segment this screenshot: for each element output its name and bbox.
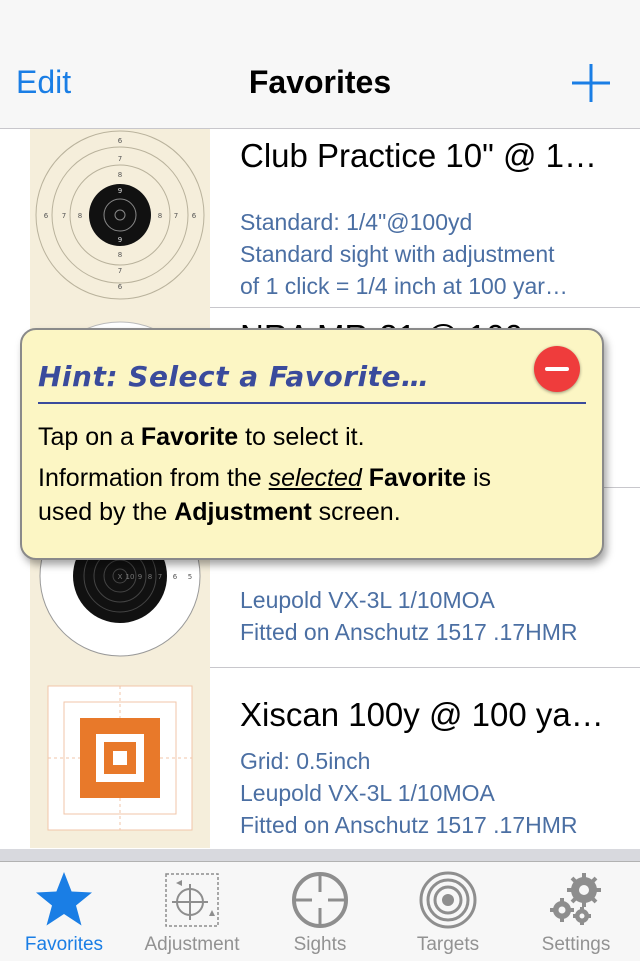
hint-text — [362, 464, 369, 492]
ring-number: 8 — [118, 251, 122, 259]
hint-popover: Hint: Select a Favorite… Tap on a Favori… — [20, 328, 604, 560]
ring-number: 8 — [78, 212, 82, 220]
ring-number: 8 — [158, 212, 162, 220]
hint-text: Tap on a — [38, 423, 141, 451]
hint-text-bold: Favorite — [368, 464, 466, 492]
favorite-title: Club Practice 10" @ 1… — [240, 137, 598, 174]
ring-number: 7 — [118, 267, 122, 275]
ring-number: 7 — [62, 212, 66, 220]
ring-number: 9 — [118, 187, 122, 195]
hint-text: used by the — [38, 498, 175, 526]
ring-number: X — [118, 573, 123, 581]
tab-targets[interactable]: Targets — [384, 862, 512, 961]
favorite-detail: Leupold VX-3L 1/10MOA — [240, 780, 495, 806]
ring-number: 7 — [118, 155, 122, 163]
hint-text: is — [466, 464, 491, 492]
hint-text-bold: Adjustment — [174, 498, 312, 526]
tab-bar: Favorites Adjustment Sights Targets Sett… — [0, 861, 640, 961]
tab-label: Targets — [416, 934, 480, 955]
ring-number: 6 — [118, 137, 123, 145]
ring-number: 6 — [44, 212, 49, 220]
favorite-detail: Fitted on Anschutz 1517 .17HMR — [240, 619, 578, 645]
adjustment-icon — [165, 873, 219, 927]
tab-label: Sights — [293, 934, 347, 955]
list-footer — [0, 849, 640, 861]
ring-number: 8 — [118, 171, 122, 179]
page-title: Favorites — [248, 64, 392, 100]
target-thumbnail — [30, 668, 210, 848]
close-hint-button[interactable] — [534, 346, 580, 392]
favorite-detail: Grid: 0.5inch — [240, 748, 371, 774]
favorite-detail: Fitted on Anschutz 1517 .17HMR — [240, 812, 578, 838]
favorite-title: Xiscan 100y @ 100 ya… — [240, 696, 604, 733]
target-icon — [419, 871, 477, 929]
target-thumbnail: 6 7 8 9 9 8 7 6 6 7 8 8 7 6 — [30, 129, 210, 309]
hint-line-2: Information from the selected Favorite i… — [38, 461, 578, 495]
ring-number: 8 — [148, 573, 152, 581]
ring-number: 6 — [118, 283, 123, 291]
hint-divider — [38, 402, 586, 404]
tab-label: Favorites — [24, 934, 104, 955]
hint-text-bold: Favorite — [140, 423, 239, 451]
tab-settings[interactable]: Settings — [512, 862, 640, 961]
hint-line-1: Tap on a Favorite to select it. — [38, 420, 578, 454]
favorite-detail: of 1 click = 1/4 inch at 100 yar… — [240, 273, 568, 299]
ring-number: 9 — [138, 573, 142, 581]
crosshair-icon — [292, 872, 348, 928]
tab-adjustment[interactable]: Adjustment — [128, 862, 256, 961]
ring-number: 9 — [118, 236, 122, 244]
hint-text: to select it. — [238, 423, 365, 451]
hint-title: Hint: Select a Favorite… — [38, 360, 430, 393]
hint-line-3: used by the Adjustment screen. — [38, 495, 578, 529]
ring-number: 7 — [158, 573, 162, 581]
tab-label: Adjustment — [144, 934, 240, 955]
hint-text-emphasis: selected — [268, 464, 362, 492]
ring-number: 6 — [173, 573, 178, 581]
ring-number: 7 — [174, 212, 178, 220]
ring-number: 5 — [188, 573, 192, 581]
ring-number: 10 — [126, 573, 135, 581]
favorite-detail: Leupold VX-3L 1/10MOA — [240, 587, 495, 613]
tab-sights[interactable]: Sights — [256, 862, 384, 961]
tab-favorites[interactable]: Favorites — [0, 862, 128, 961]
plus-icon[interactable] — [572, 64, 610, 102]
navigation-bar: Edit Favorites — [0, 0, 640, 129]
favorite-row[interactable]: Xiscan 100y @ 100 ya… Grid: 0.5inch Leup… — [0, 668, 640, 848]
favorite-detail: Standard: 1/4"@100yd — [240, 209, 473, 235]
ring-number: 6 — [192, 212, 197, 220]
favorite-detail: Standard sight with adjustment — [240, 241, 555, 267]
hint-text: screen. — [311, 498, 401, 526]
hint-text: Information from the — [38, 464, 269, 492]
favorite-row[interactable]: 6 7 8 9 9 8 7 6 6 7 8 8 7 6 Club Practic… — [0, 129, 640, 309]
gears-icon — [550, 873, 601, 925]
star-icon — [36, 872, 92, 926]
tab-label: Settings — [541, 934, 611, 955]
